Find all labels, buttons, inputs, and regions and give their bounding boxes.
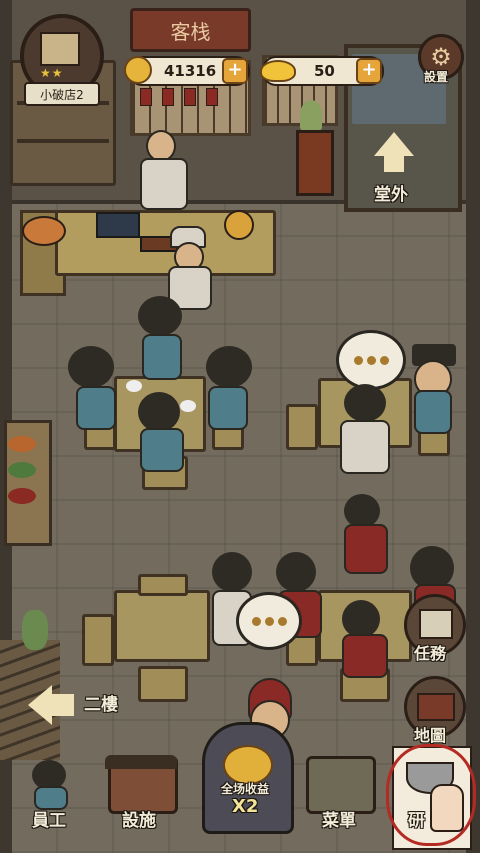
income-boost-label[interactable]: 全场收益 — [202, 780, 288, 797]
dish-icon — [8, 462, 36, 478]
gold-value: 50 — [314, 62, 335, 80]
stool — [138, 574, 188, 596]
rice-bowl-icon — [180, 400, 196, 412]
stool — [138, 666, 188, 702]
customer[interactable] — [208, 386, 248, 430]
customer[interactable] — [140, 428, 184, 472]
customer-head[interactable] — [68, 346, 114, 388]
menu-label[interactable]: 菜單 — [322, 806, 356, 831]
add-coins-button[interactable]: + — [222, 58, 248, 84]
income-boost-multiplier[interactable]: X2 — [232, 796, 258, 817]
flower-pot-icon — [224, 210, 254, 240]
gold-ingot-icon — [260, 60, 296, 82]
fruit-bowl-icon — [22, 216, 66, 246]
potted-plant-icon — [22, 610, 48, 650]
customer-head[interactable] — [138, 392, 180, 432]
income-boost-button[interactable] — [202, 722, 294, 834]
customer-head[interactable] — [138, 296, 182, 336]
arrow-left-icon[interactable] — [28, 685, 52, 725]
ledger-book-icon — [96, 212, 140, 238]
facilities-label[interactable]: 設施 — [122, 806, 156, 831]
customer[interactable] — [142, 334, 182, 380]
soldier[interactable] — [342, 634, 388, 678]
inn-signboard: 客栈 — [130, 8, 251, 52]
quest-label[interactable]: 任務 — [414, 640, 446, 664]
dish-icon — [8, 488, 36, 504]
customer-head[interactable] — [206, 346, 252, 388]
arrow-up-icon[interactable] — [374, 132, 414, 156]
soldier-head[interactable] — [342, 600, 380, 638]
stool — [82, 614, 114, 666]
speech-bubble[interactable] — [236, 592, 302, 650]
map-label[interactable]: 地圖 — [414, 722, 446, 746]
coin-counter: 41316 + — [124, 56, 250, 86]
arrow-up-stem[interactable] — [384, 154, 404, 172]
customer-head[interactable] — [344, 384, 386, 422]
dining-table[interactable] — [114, 590, 210, 662]
tutorial-highlight-ring — [386, 744, 476, 846]
outside-nav-label[interactable]: 堂外 — [374, 180, 408, 205]
map-icon — [417, 693, 455, 721]
soldier-head[interactable] — [344, 494, 380, 528]
shop-house-icon — [40, 32, 80, 66]
customer[interactable] — [414, 390, 452, 434]
lantern-icon — [162, 88, 174, 106]
staff-label[interactable]: 員工 — [32, 806, 66, 831]
speech-bubble[interactable] — [336, 330, 406, 390]
customer[interactable] — [340, 420, 390, 474]
shop-name: 小破店2 — [24, 82, 100, 106]
plant-icon — [300, 100, 322, 130]
arrow-left-stem[interactable] — [50, 694, 74, 716]
upstairs-nav-label[interactable]: 二樓 — [84, 690, 118, 715]
coin-stack-icon — [223, 745, 273, 785]
staff-button[interactable] — [26, 760, 78, 810]
gold-counter: 50 + — [260, 56, 384, 86]
right-wall — [466, 0, 480, 853]
lantern-icon — [140, 88, 152, 106]
settings-label[interactable]: 設置 — [424, 68, 448, 85]
plant-stand — [296, 130, 334, 196]
scroll-icon — [419, 609, 453, 639]
stool — [286, 404, 318, 450]
coin-value: 41316 — [164, 62, 217, 80]
lantern-icon — [206, 88, 218, 106]
coin-icon — [124, 56, 152, 84]
receptionist[interactable] — [140, 158, 188, 210]
dish-icon — [8, 436, 36, 452]
customer[interactable] — [76, 386, 116, 430]
soldier[interactable] — [344, 524, 388, 574]
star-rating: ★★ — [40, 66, 64, 80]
add-gold-button[interactable]: + — [356, 58, 382, 84]
soldier-head[interactable] — [276, 552, 316, 592]
rice-bowl-icon — [126, 380, 142, 392]
customer-head[interactable] — [212, 552, 252, 592]
lantern-icon — [184, 88, 196, 106]
